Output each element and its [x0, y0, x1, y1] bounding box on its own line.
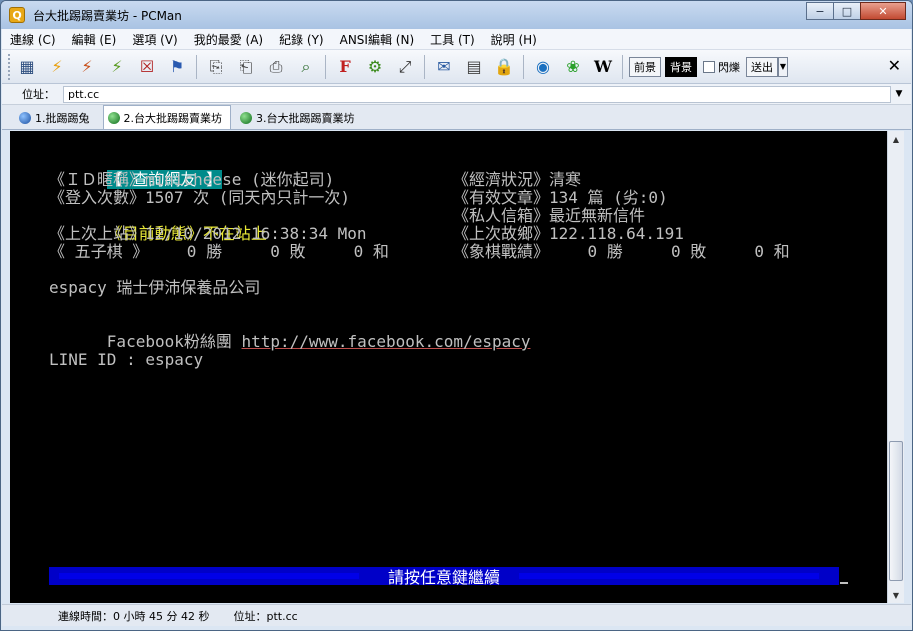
press-any-key-text: 請按任意鍵繼續	[387, 568, 500, 587]
connection-time: 連線時間：0 小時 45 分 42 秒	[58, 609, 210, 623]
toolbar-grip[interactable]	[8, 53, 12, 80]
tab-label: 1.批踢踢兔	[35, 112, 90, 125]
menu-favorites[interactable]: 我的最愛 (A)	[186, 31, 271, 48]
site-list-icon[interactable]: ▦	[14, 54, 40, 80]
pcman-app-icon[interactable]: Q	[9, 7, 25, 23]
title-bar: Q 台大批踢踢賣業坊 - PCMan − □ ✕	[1, 1, 912, 29]
paste-icon[interactable]: ⎙	[263, 54, 289, 80]
user-id-line: 《ＩＤ暱稱》minicheese (迷你起司)	[49, 170, 335, 189]
terminal-screen[interactable]: 【 查詢網友 】 《ＩＤ暱稱》minicheese (迷你起司) 《經濟狀況》清…	[10, 131, 887, 603]
address-dropdown-icon[interactable]: ▼	[891, 86, 907, 103]
minimize-button[interactable]: −	[806, 2, 834, 20]
wikipedia-icon[interactable]: W	[590, 54, 616, 80]
menu-ansi-edit[interactable]: ANSI編輯 (N)	[332, 31, 423, 48]
terminal-cursor	[840, 582, 848, 584]
address-bar: 位址： ptt.cc ▼	[2, 84, 911, 105]
connection-status-icon	[240, 112, 252, 124]
flower-icon[interactable]: ❀	[560, 54, 586, 80]
pin-icon[interactable]: ⚑	[164, 54, 190, 80]
facebook-link[interactable]: http://www.facebook.com/espacy	[242, 332, 531, 351]
tab-2[interactable]: 2.台大批踢踢賣業坊	[102, 105, 231, 129]
close-button[interactable]: ✕	[860, 2, 906, 20]
text-panel-icon[interactable]: ▤	[461, 54, 487, 80]
fullscreen-icon[interactable]: ⤢	[392, 54, 418, 80]
find-icon[interactable]: ⌕	[293, 54, 319, 80]
valid-posts-line: 《有效文章》134 篇 (劣:0)	[453, 188, 668, 207]
menu-edit[interactable]: 編輯 (E)	[64, 31, 125, 48]
plan-line-1: espacy 瑞士伊沛保養品公司	[49, 278, 261, 297]
lock-icon[interactable]: 🔒	[491, 54, 517, 80]
app-window: Q 台大批踢踢賣業坊 - PCMan − □ ✕ 連線 (C) 編輯 (E) 選…	[0, 0, 913, 631]
chess-record-line: 《象棋戰績》 0 勝 0 敗 0 和	[453, 242, 790, 261]
scroll-thumb[interactable]	[889, 441, 903, 581]
window-controls: − □ ✕	[806, 2, 906, 20]
connection-status-icon	[107, 111, 120, 124]
menu-bar: 連線 (C) 編輯 (E) 選項 (V) 我的最愛 (A) 紀錄 (Y) ANS…	[2, 29, 911, 50]
background-color-button[interactable]: 背景	[665, 56, 697, 77]
plan-line-3: LINE ID : espacy	[49, 350, 204, 369]
blink-checkbox[interactable]	[703, 60, 715, 73]
menu-log[interactable]: 紀錄 (Y)	[271, 31, 332, 48]
gomoku-record-line: 《 五子棋 》 0 勝 0 敗 0 和	[49, 242, 389, 261]
font-icon[interactable]: F	[332, 54, 358, 80]
foreground-color-button[interactable]: 前景	[629, 56, 661, 77]
close-ansi-toolbar-icon[interactable]: ✕	[888, 56, 901, 75]
press-any-key-bar[interactable]: 請按任意鍵繼續	[49, 567, 839, 587]
reconnect-icon[interactable]: ⚡	[104, 54, 130, 80]
menu-help[interactable]: 說明 (H)	[483, 31, 545, 48]
disconnect-icon[interactable]: ⚡	[74, 54, 100, 80]
window-title: 台大批踢踢賣業坊 - PCMan	[33, 8, 182, 23]
last-login-line: 《上次上站》12/10/2012 16:38:34 Mon	[49, 224, 367, 243]
close-tab-icon[interactable]: ☒	[134, 54, 160, 80]
address-input[interactable]: ptt.cc	[63, 85, 891, 103]
connection-status-icon	[19, 112, 31, 124]
status-address: 位址：ptt.cc	[233, 609, 298, 623]
copy-icon[interactable]: ⎘	[203, 54, 229, 80]
login-count-line: 《登入次數》1507 次 (同天內只計一次)	[49, 188, 351, 207]
private-mailbox-line: 《私人信箱》最近無新信件	[453, 206, 646, 225]
plan-line-2-prefix: Facebook粉絲團	[106, 332, 242, 351]
copy-with-ansi-icon[interactable]: ⎗	[233, 54, 259, 80]
menu-tools[interactable]: 工具 (T)	[422, 31, 483, 48]
tab-label: 3.台大批踢踢賣業坊	[256, 112, 355, 125]
scroll-down-icon[interactable]: ▼	[888, 587, 904, 603]
send-button[interactable]: 送出	[746, 56, 778, 77]
address-label: 位址：	[22, 88, 55, 101]
terminal-scrollbar[interactable]: ▲ ▼	[887, 131, 904, 603]
menu-connect[interactable]: 連線 (C)	[2, 31, 64, 48]
tab-label: 2.台大批踢踢賣業坊	[123, 111, 223, 125]
maximize-button[interactable]: □	[833, 2, 861, 20]
tab-3[interactable]: 3.台大批踢踢賣業坊	[235, 107, 364, 129]
last-ip-line: 《上次故鄉》122.118.64.191	[453, 224, 684, 243]
tab-1[interactable]: 1.批踢踢兔	[14, 107, 99, 129]
blink-label: 閃爍	[718, 60, 740, 74]
toolbar: ▦ ⚡ ⚡ ⚡ ☒ ⚑ ⎘ ⎗ ⎙ ⌕ F ⚙ ⤢ ✉ ▤ 🔒 ◉ ❀ W 前景…	[2, 50, 911, 84]
email-icon[interactable]: ✉	[431, 54, 457, 80]
economic-status-line: 《經濟狀況》清寒	[453, 170, 582, 189]
status-bar: 連線時間：0 小時 45 分 42 秒 位址：ptt.cc	[2, 604, 911, 626]
settings-gear-icon[interactable]: ⚙	[362, 54, 388, 80]
scroll-up-icon[interactable]: ▲	[888, 131, 904, 147]
connect-icon[interactable]: ⚡	[44, 54, 70, 80]
send-dropdown-icon[interactable]: ▼	[778, 56, 788, 77]
tab-bar: 1.批踢踢兔 2.台大批踢踢賣業坊 3.台大批踢踢賣業坊	[2, 105, 911, 130]
search-engine-icon[interactable]: ◉	[530, 54, 556, 80]
menu-options[interactable]: 選項 (V)	[124, 31, 185, 48]
